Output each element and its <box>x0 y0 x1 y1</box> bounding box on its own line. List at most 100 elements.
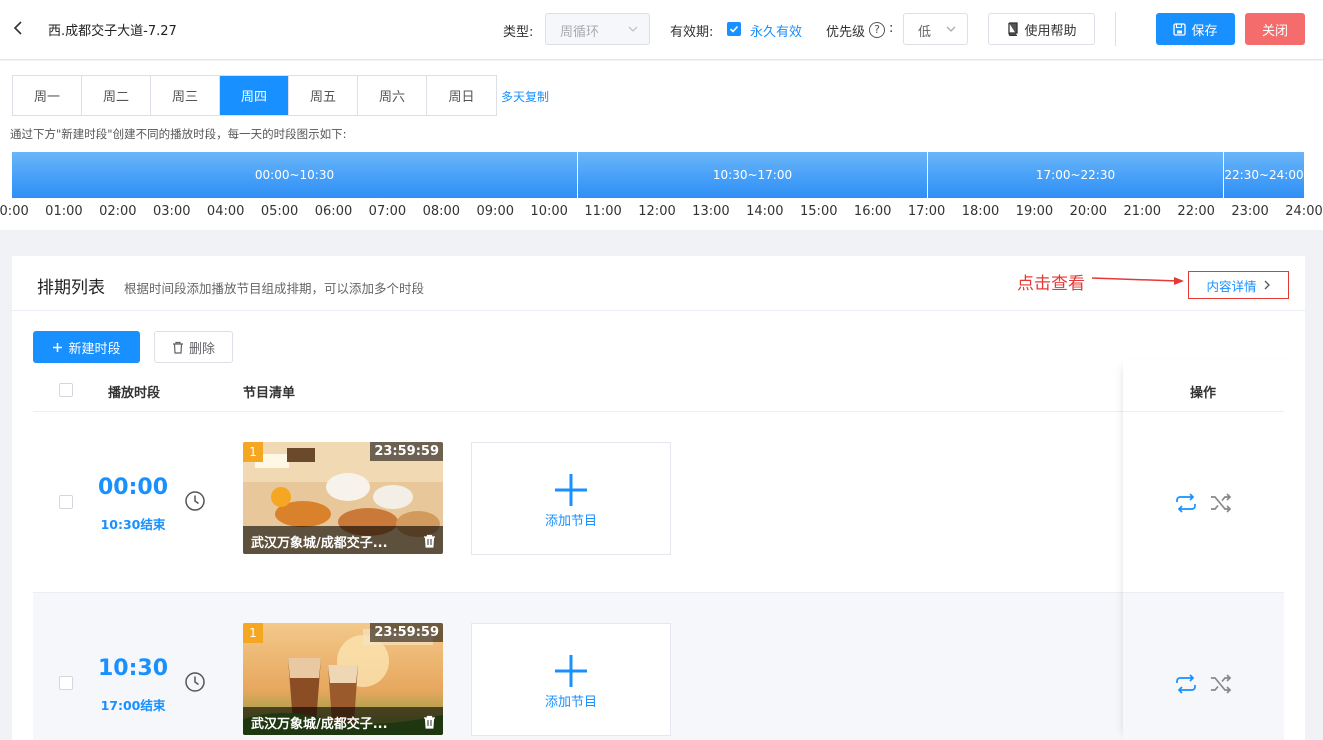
clock-icon[interactable] <box>184 490 206 512</box>
timeline-tip: 通过下方"新建时段"创建不同的播放时段，每一天的时段图示如下: <box>10 127 347 141</box>
timeline-hour-label: 06:00 <box>314 204 353 219</box>
period-start-time: 00:00 <box>97 475 169 500</box>
content-detail-button[interactable]: 内容详情 <box>1188 271 1289 299</box>
add-program-button[interactable]: 添加节目 <box>471 623 671 736</box>
timeline-hour-label: 11:00 <box>584 204 622 219</box>
annotation-arrow-icon <box>1091 277 1184 285</box>
new-period-button[interactable]: 新建时段 <box>33 331 140 363</box>
plus-icon <box>555 655 587 687</box>
chevron-down-icon <box>628 26 638 32</box>
select-all-checkbox[interactable] <box>59 383 73 397</box>
day-tabs: 周一 周二 周三 周四 周五 周六 周日 <box>12 75 497 116</box>
period-start-time: 10:30 <box>97 656 169 681</box>
timeline-hour-label: 08:00 <box>422 204 461 219</box>
delete-button-label: 删除 <box>188 341 215 357</box>
timeline-hour-label: 18:00 <box>961 204 1000 219</box>
timeline-hour-label: 24:00 <box>1285 204 1323 219</box>
validity-checkbox[interactable] <box>727 22 741 36</box>
plus-icon <box>53 342 63 352</box>
table-row: 10:30 17:00结束 1 23:59:59 武汉万象城/成都交子... 添… <box>33 593 1284 740</box>
table-row: 00:00 10:30结束 1 23:59:59 武汉万象城/成都交子... 添… <box>33 412 1284 593</box>
close-button[interactable]: 关闭 <box>1245 13 1305 45</box>
day-timeline-section: 周一 周二 周三 周四 周五 周六 周日 多天复制 通过下方"新建时段"创建不同… <box>0 61 1323 230</box>
back-arrow-icon[interactable] <box>10 17 28 39</box>
help-question-icon[interactable]: ? <box>869 22 885 38</box>
chevron-down-icon <box>946 26 956 32</box>
tab-tuesday[interactable]: 周二 <box>82 76 151 115</box>
top-header: 西.成都交子大道-7.27 类型: 周循环 有效期: 永久有效 优先级 ? : … <box>0 0 1323 60</box>
validity-label: 有效期: <box>670 25 714 40</box>
ops-column-panel <box>1123 360 1305 740</box>
trash-icon[interactable] <box>423 534 436 548</box>
clock-icon[interactable] <box>184 671 206 693</box>
trash-icon <box>172 341 183 354</box>
add-program-label: 添加节目 <box>544 514 597 529</box>
tab-monday[interactable]: 周一 <box>13 76 82 115</box>
timeline-hour-label: 20:00 <box>1069 204 1108 219</box>
program-duration: 23:59:59 <box>370 442 443 461</box>
timeline-segment: 22:30~24:00 <box>1224 152 1304 198</box>
tab-saturday[interactable]: 周六 <box>358 76 427 115</box>
timeline-hour-label: 02:00 <box>99 204 137 219</box>
card-divider <box>12 310 1305 311</box>
timeline-hour-label: 12:00 <box>638 204 676 219</box>
timeline-hour-label: 15:00 <box>800 204 838 219</box>
help-button[interactable]: 使用帮助 <box>988 13 1095 45</box>
save-icon <box>1173 22 1187 36</box>
timeline-hour-label: 19:00 <box>1015 204 1054 219</box>
add-program-button[interactable]: 添加节目 <box>471 442 671 555</box>
add-program-label: 添加节目 <box>544 695 597 710</box>
timeline-hour-label: 22:00 <box>1177 204 1215 219</box>
tab-thursday[interactable]: 周四 <box>220 76 289 115</box>
validity-value: 永久有效 <box>750 25 803 40</box>
program-name: 武汉万象城/成都交子... <box>243 707 443 735</box>
program-index-badge: 1 <box>243 623 263 643</box>
priority-select[interactable]: 低 <box>903 13 968 45</box>
timeline-hour-label: 09:00 <box>476 204 514 219</box>
tab-sunday[interactable]: 周日 <box>427 76 496 115</box>
multi-day-copy-link[interactable]: 多天复制 <box>501 88 549 105</box>
schedule-card: 排期列表 根据时间段添加播放节目组成排期，可以添加多个时段 点击查看 内容详情 … <box>12 256 1305 740</box>
plus-icon <box>555 474 587 506</box>
program-card[interactable]: 1 23:59:59 武汉万象城/成都交子... <box>243 442 443 554</box>
close-button-label: 关闭 <box>1261 23 1288 39</box>
program-card[interactable]: 1 23:59:59 武汉万象城/成都交子... <box>243 623 443 735</box>
program-duration: 23:59:59 <box>370 623 443 642</box>
row-checkbox[interactable] <box>59 676 73 690</box>
column-header-programs: 节目清单 <box>243 386 296 401</box>
tab-friday[interactable]: 周五 <box>289 76 358 115</box>
program-name: 武汉万象城/成都交子... <box>243 526 443 554</box>
check-icon <box>729 25 739 33</box>
type-select[interactable]: 周循环 <box>545 13 650 45</box>
header-divider <box>1115 12 1116 46</box>
schedule-title: 排期列表 <box>37 278 105 298</box>
delete-button[interactable]: 删除 <box>154 331 233 363</box>
priority-select-value: 低 <box>918 25 932 40</box>
timeline-hour-label: 00:00 <box>0 204 29 219</box>
timeline-segment: 17:00~22:30 <box>928 152 1224 198</box>
tab-wednesday[interactable]: 周三 <box>151 76 220 115</box>
save-button[interactable]: 保存 <box>1156 13 1235 45</box>
period-end-time: 10:30结束 <box>100 517 166 532</box>
content-detail-label: 内容详情 <box>1206 278 1257 294</box>
schedule-table-header: 播放时段 节目清单 操作 <box>33 370 1284 412</box>
program-index-badge: 1 <box>243 442 263 462</box>
priority-colon: : <box>889 21 894 36</box>
help-button-label: 使用帮助 <box>1024 23 1077 39</box>
priority-label: 优先级 <box>826 25 866 40</box>
annotation-text: 点击查看 <box>1017 274 1085 294</box>
book-icon <box>1008 22 1019 36</box>
trash-icon[interactable] <box>423 715 436 729</box>
row-checkbox[interactable] <box>59 495 73 509</box>
page-title: 西.成都交子大道-7.27 <box>48 24 177 39</box>
timeline-segment: 10:30~17:00 <box>578 152 928 198</box>
new-period-label: 新建时段 <box>68 341 121 357</box>
timeline-hour-label: 05:00 <box>260 204 299 219</box>
save-button-label: 保存 <box>1191 23 1218 39</box>
chevron-right-icon <box>1264 280 1270 290</box>
schedule-subtitle: 根据时间段添加播放节目组成排期，可以添加多个时段 <box>124 281 425 296</box>
timeline-hour-label: 17:00 <box>907 204 946 219</box>
period-end-time: 17:00结束 <box>100 698 166 713</box>
type-label: 类型: <box>503 25 534 40</box>
timeline-hour-label: 23:00 <box>1231 204 1269 219</box>
